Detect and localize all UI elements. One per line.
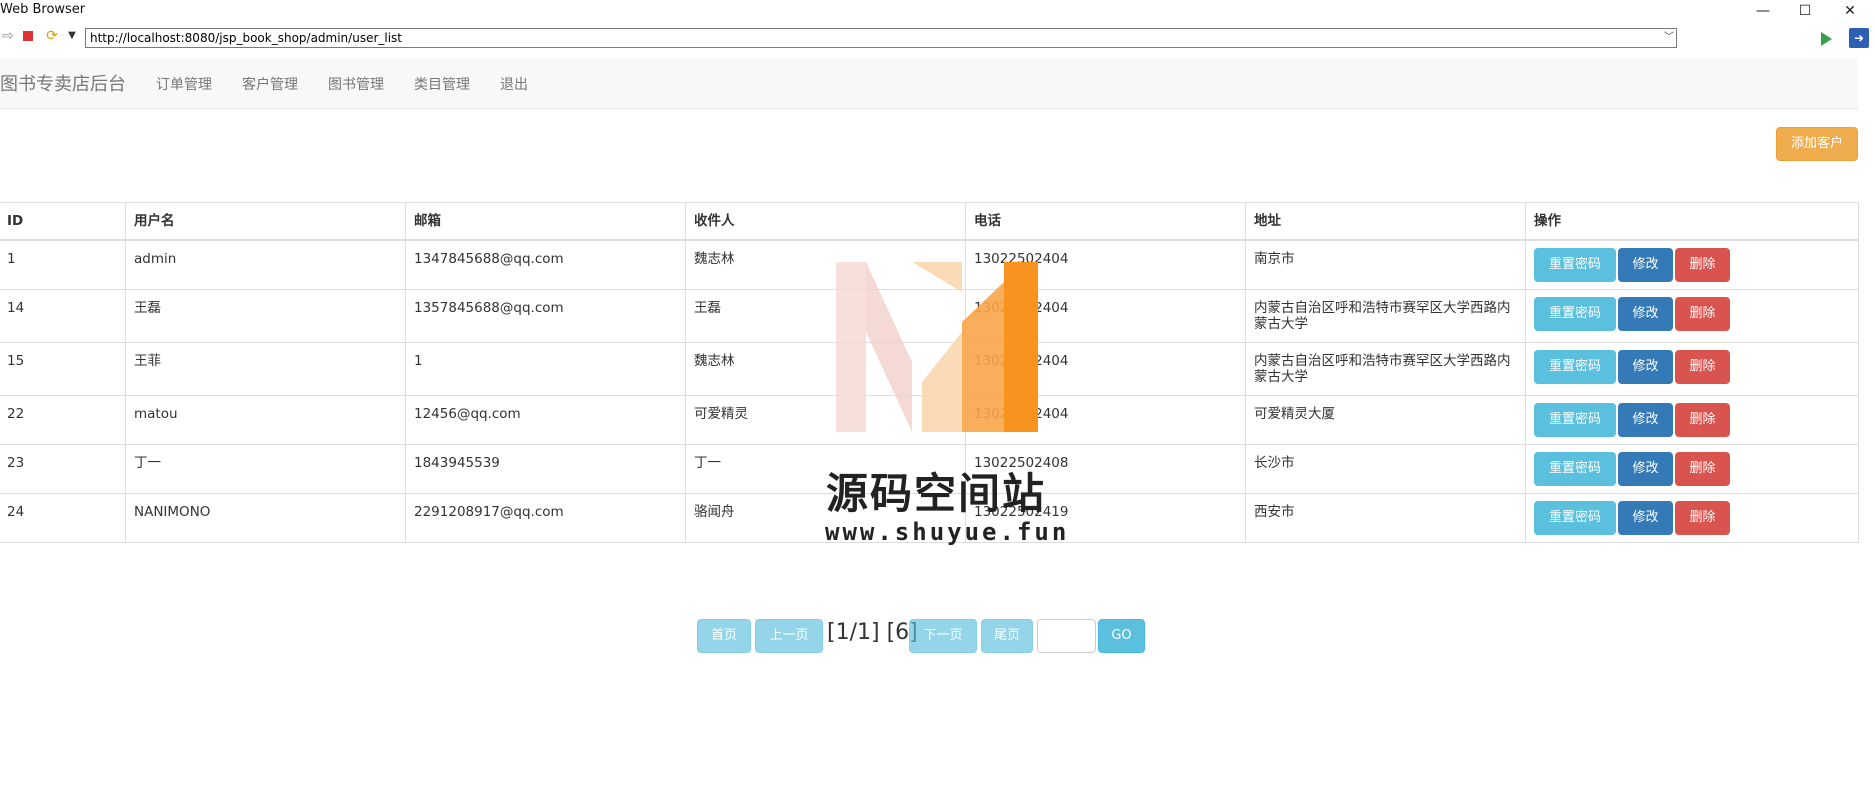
cell-email: 2291208917@qq.com	[405, 493, 686, 543]
watermark-title: 源码空间站	[826, 469, 1047, 518]
last-page-button[interactable]: 尾页	[981, 619, 1033, 653]
nav-categories[interactable]: 类目管理	[414, 74, 470, 94]
close-button[interactable]: ✕	[1830, 0, 1870, 22]
url-input[interactable]: http://localhost:8080/jsp_book_shop/admi…	[85, 28, 1677, 48]
cell-actions: 重置密码 修改 删除	[1525, 289, 1859, 343]
edit-button[interactable]: 修改	[1618, 350, 1673, 384]
brand[interactable]: 图书专卖店后台	[0, 70, 126, 96]
add-customer-button[interactable]: 添加客户	[1776, 127, 1858, 161]
reset-password-button[interactable]: 重置密码	[1534, 248, 1616, 282]
page-info: [1/1] [6]	[827, 620, 918, 645]
top-navbar: 图书专卖店后台 订单管理 客户管理 图书管理 类目管理 退出	[0, 58, 1858, 109]
cell-id: 1	[0, 239, 126, 290]
forward-icon[interactable]: ⇨	[0, 28, 16, 44]
cell-id: 23	[0, 444, 126, 494]
maximize-button[interactable]: ☐	[1785, 0, 1825, 22]
cell-actions: 重置密码 修改 删除	[1525, 342, 1859, 396]
delete-button[interactable]: 删除	[1675, 350, 1730, 384]
cell-address: 西安市	[1245, 493, 1526, 543]
cell-username: 王磊	[125, 289, 406, 343]
reset-password-button[interactable]: 重置密码	[1534, 350, 1616, 384]
cell-actions: 重置密码 修改 删除	[1525, 444, 1859, 494]
cell-email: 1357845688@qq.com	[405, 289, 686, 343]
edit-button[interactable]: 修改	[1618, 297, 1673, 331]
delete-button[interactable]: 删除	[1675, 297, 1730, 331]
first-page-button[interactable]: 首页	[697, 619, 751, 653]
watermark-url: www.shuyue.fun	[825, 518, 1070, 546]
nav-customers[interactable]: 客户管理	[242, 74, 298, 94]
watermark-logo-icon	[836, 262, 1038, 432]
minimize-button[interactable]: —	[1743, 0, 1783, 22]
reset-password-button[interactable]: 重置密码	[1534, 297, 1616, 331]
cell-id: 22	[0, 395, 126, 445]
nav-orders[interactable]: 订单管理	[156, 74, 212, 94]
edit-button[interactable]: 修改	[1618, 403, 1673, 437]
stop-icon[interactable]	[20, 28, 36, 44]
url-text: http://localhost:8080/jsp_book_shop/admi…	[90, 31, 403, 45]
cell-email: 1	[405, 342, 686, 396]
cell-address: 长沙市	[1245, 444, 1526, 494]
reset-password-button[interactable]: 重置密码	[1534, 403, 1616, 437]
cell-id: 14	[0, 289, 126, 343]
window-title: Web Browser	[0, 2, 86, 17]
col-username: 用户名	[125, 202, 406, 241]
table-header-row: ID 用户名 邮箱 收件人 电话 地址 操作	[0, 202, 1859, 241]
next-page-button[interactable]: 下一页	[909, 619, 977, 653]
bookmark-icon[interactable]: ➜	[1849, 28, 1869, 48]
col-email: 邮箱	[405, 202, 686, 241]
cell-address: 南京市	[1245, 239, 1526, 290]
prev-page-button[interactable]: 上一页	[755, 619, 823, 653]
chevron-down-icon[interactable]: ▼	[64, 28, 80, 44]
col-address: 地址	[1245, 202, 1526, 241]
cell-id: 24	[0, 493, 126, 543]
cell-email: 1843945539	[405, 444, 686, 494]
cell-email: 12456@qq.com	[405, 395, 686, 445]
cell-username: admin	[125, 239, 406, 290]
col-actions: 操作	[1525, 202, 1859, 241]
cell-email: 1347845688@qq.com	[405, 239, 686, 290]
page-number-input[interactable]	[1037, 619, 1096, 653]
url-dropdown-icon[interactable]: ﹀	[1664, 29, 1674, 47]
go-icon[interactable]	[1821, 32, 1832, 46]
cell-username: matou	[125, 395, 406, 445]
cell-address: 内蒙古自治区呼和浩特市赛罕区大学西路内蒙古大学	[1245, 289, 1526, 343]
col-id: ID	[0, 202, 126, 241]
address-toolbar: ⇨ ⟳ ▼ http://localhost:8080/jsp_book_sho…	[0, 24, 1875, 54]
cell-address: 可爱精灵大厦	[1245, 395, 1526, 445]
cell-username: NANIMONO	[125, 493, 406, 543]
col-phone: 电话	[965, 202, 1246, 241]
cell-username: 王菲	[125, 342, 406, 396]
cell-address: 内蒙古自治区呼和浩特市赛罕区大学西路内蒙古大学	[1245, 342, 1526, 396]
go-button[interactable]: GO	[1098, 619, 1145, 653]
edit-button[interactable]: 修改	[1618, 248, 1673, 282]
reset-password-button[interactable]: 重置密码	[1534, 501, 1616, 535]
cell-username: 丁一	[125, 444, 406, 494]
delete-button[interactable]: 删除	[1675, 248, 1730, 282]
delete-button[interactable]: 删除	[1675, 403, 1730, 437]
window-titlebar: Web Browser — ☐ ✕	[0, 0, 1875, 22]
cell-actions: 重置密码 修改 删除	[1525, 493, 1859, 543]
delete-button[interactable]: 删除	[1675, 501, 1730, 535]
cell-actions: 重置密码 修改 删除	[1525, 239, 1859, 290]
cell-id: 15	[0, 342, 126, 396]
col-recipient: 收件人	[685, 202, 966, 241]
edit-button[interactable]: 修改	[1618, 501, 1673, 535]
refresh-icon[interactable]: ⟳	[44, 28, 60, 44]
reset-password-button[interactable]: 重置密码	[1534, 452, 1616, 486]
delete-button[interactable]: 删除	[1675, 452, 1730, 486]
nav-books[interactable]: 图书管理	[328, 74, 384, 94]
nav-logout[interactable]: 退出	[500, 74, 528, 94]
edit-button[interactable]: 修改	[1618, 452, 1673, 486]
cell-actions: 重置密码 修改 删除	[1525, 395, 1859, 445]
